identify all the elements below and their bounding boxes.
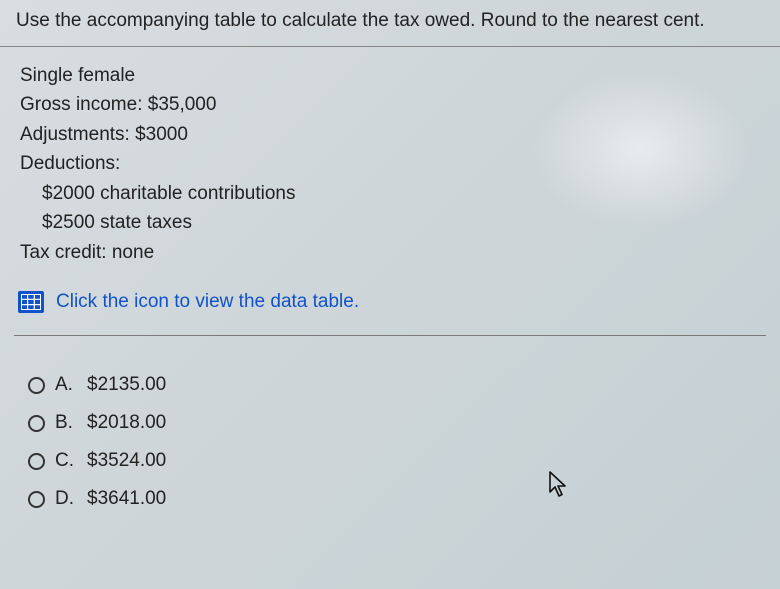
adjustments: Adjustments: $3000: [20, 120, 764, 149]
answer-list: A. $2135.00 B. $2018.00 C. $3524.00 D. $…: [0, 336, 780, 536]
answer-letter: A.: [55, 374, 77, 396]
radio-icon[interactable]: [28, 491, 45, 508]
answer-value: $3641.00: [87, 488, 166, 510]
answer-option-c[interactable]: C. $3524.00: [28, 450, 764, 472]
answer-value: $2135.00: [87, 374, 166, 396]
view-data-table-link[interactable]: Click the icon to view the data table.: [56, 291, 359, 313]
deductions-label: Deductions:: [20, 149, 764, 178]
tax-credit: Tax credit: none: [20, 238, 764, 267]
data-table-link-row: Click the icon to view the data table.: [0, 277, 780, 335]
answer-option-a[interactable]: A. $2135.00: [28, 374, 764, 396]
deduction-charitable: $2000 charitable contributions: [20, 179, 764, 208]
answer-letter: C.: [55, 450, 77, 472]
problem-body: Single female Gross income: $35,000 Adju…: [0, 47, 780, 277]
answer-value: $2018.00: [87, 412, 166, 434]
answer-option-d[interactable]: D. $3641.00: [28, 488, 764, 510]
deduction-state-taxes: $2500 state taxes: [20, 208, 764, 237]
answer-letter: B.: [55, 412, 77, 434]
answer-letter: D.: [55, 488, 77, 510]
table-icon[interactable]: [18, 291, 44, 313]
answer-value: $3524.00: [87, 450, 166, 472]
question-prompt: Use the accompanying table to calculate …: [0, 0, 780, 47]
radio-icon[interactable]: [28, 377, 45, 394]
filing-status: Single female: [20, 61, 764, 90]
gross-income: Gross income: $35,000: [20, 90, 764, 119]
radio-icon[interactable]: [28, 453, 45, 470]
answer-option-b[interactable]: B. $2018.00: [28, 412, 764, 434]
radio-icon[interactable]: [28, 415, 45, 432]
